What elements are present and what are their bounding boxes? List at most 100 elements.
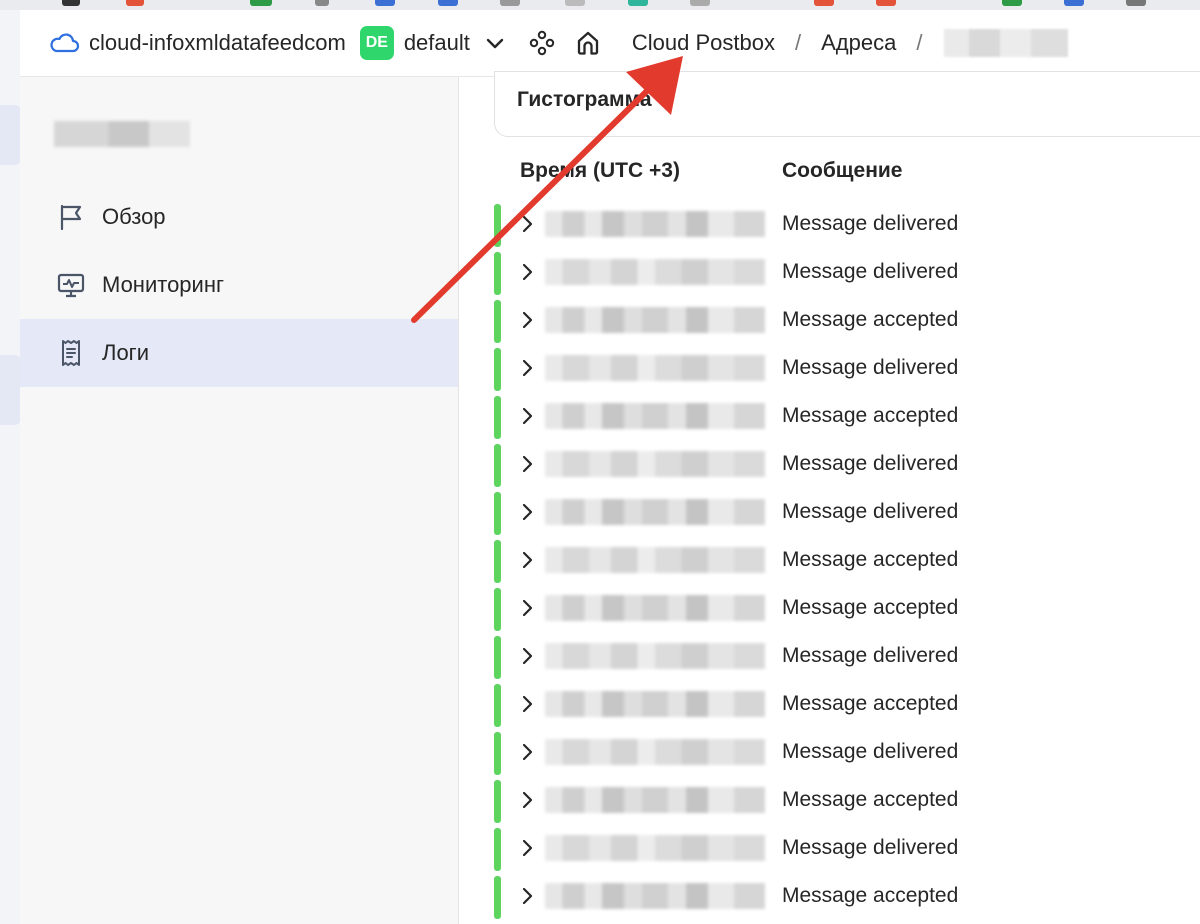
log-rows: Message delivered Message delivered Messag… [459,201,1200,921]
log-message: Message accepted [782,596,959,619]
sidebar-item-logs[interactable]: Логи [20,319,458,387]
services-icon[interactable] [528,29,556,57]
breadcrumb-addresses[interactable]: Адреса [821,30,896,56]
chevron-right-icon[interactable] [521,551,535,569]
timestamp-redacted [545,883,765,909]
timestamp-redacted [545,691,765,717]
log-row[interactable]: Message accepted [459,297,1200,345]
status-indicator [494,588,501,631]
tab-favicon[interactable] [315,0,329,6]
chevron-right-icon[interactable] [521,647,535,665]
status-indicator [494,684,501,727]
status-indicator [494,828,501,871]
chevron-right-icon[interactable] [521,599,535,617]
tab-favicon[interactable] [1064,0,1084,6]
log-row[interactable]: Message delivered [459,633,1200,681]
log-row[interactable]: Message delivered [459,825,1200,873]
tab-favicon[interactable] [565,0,585,6]
tab-favicon[interactable] [690,0,710,6]
chevron-right-icon[interactable] [521,359,535,377]
log-message: Message delivered [782,212,959,235]
log-message: Message accepted [782,884,959,907]
chevron-right-icon[interactable] [521,839,535,857]
sidebar-item-label: Логи [102,340,149,365]
chevron-right-icon[interactable] [521,887,535,905]
rail-item[interactable] [0,355,22,425]
flag-icon [60,204,82,231]
tab-favicon[interactable] [250,0,272,6]
status-indicator [494,252,501,295]
cloud-icon [50,33,80,53]
timestamp-redacted [545,547,765,573]
log-row[interactable]: Message accepted [459,393,1200,441]
chevron-right-icon[interactable] [521,215,535,233]
chevron-right-icon[interactable] [521,311,535,329]
timestamp-redacted [545,211,765,237]
timestamp-redacted [545,739,765,765]
chevron-right-icon[interactable] [521,503,535,521]
log-message: Message delivered [782,452,959,475]
chevron-right-icon[interactable] [521,455,535,473]
tab-favicon[interactable] [126,0,144,6]
log-row[interactable]: Message accepted [459,585,1200,633]
timestamp-redacted [545,451,765,477]
tab-favicon[interactable] [1002,0,1022,6]
status-indicator [494,444,501,487]
histogram-section[interactable]: Гистограмма [494,71,1200,137]
breadcrumb-address-redacted [944,29,1069,57]
log-row[interactable]: Message accepted [459,873,1200,921]
tab-favicon[interactable] [500,0,520,6]
log-row[interactable]: Message delivered [459,441,1200,489]
sidebar-item-monitoring[interactable]: Мониторинг [20,251,458,319]
log-message: Message delivered [782,500,959,523]
sidebar-item-label: Обзор [102,204,166,229]
log-row[interactable]: Message delivered [459,345,1200,393]
log-row[interactable]: Message delivered [459,201,1200,249]
chevron-right-icon[interactable] [521,263,535,281]
tab-favicon[interactable] [814,0,834,6]
status-indicator [494,492,501,535]
tab-favicon[interactable] [1126,0,1146,6]
folder-name[interactable]: default [404,30,470,56]
chevron-right-icon[interactable] [521,407,535,425]
log-row[interactable]: Message accepted [459,537,1200,585]
log-message: Message delivered [782,644,959,667]
chevron-right-icon[interactable] [521,743,535,761]
column-header-time: Время (UTC +3) [520,159,680,182]
log-row[interactable]: Message delivered [459,489,1200,537]
log-message: Message accepted [782,548,959,571]
chevron-right-icon[interactable] [521,791,535,809]
breadcrumb-separator: / [794,30,802,55]
chevron-right-icon[interactable] [521,695,535,713]
timestamp-redacted [545,643,765,669]
app-rail [0,10,22,924]
tab-favicon[interactable] [62,0,80,6]
folder-badge: DE [359,26,394,60]
tab-favicon[interactable] [876,0,896,6]
chevron-down-icon[interactable] [484,32,506,54]
rail-item[interactable] [0,105,22,165]
log-row[interactable]: Message accepted [459,681,1200,729]
top-header: cloud-infoxmldatafeedcom DE default Clou… [20,10,1200,77]
timestamp-redacted [545,835,765,861]
timestamp-redacted [545,259,765,285]
tab-favicon[interactable] [438,0,458,6]
log-row[interactable]: Message accepted [459,777,1200,825]
browser-tab-strip [0,0,1200,10]
status-indicator [494,300,501,343]
log-row[interactable]: Message delivered [459,729,1200,777]
home-icon[interactable] [574,29,602,57]
log-message: Message delivered [782,260,959,283]
cloud-name[interactable]: cloud-infoxmldatafeedcom [89,30,346,56]
status-indicator [494,780,501,823]
log-row[interactable]: Message delivered [459,249,1200,297]
log-message: Message delivered [782,836,959,859]
histogram-title: Гистограмма [517,88,652,111]
log-message: Message accepted [782,692,959,715]
tab-favicon[interactable] [375,0,395,6]
breadcrumb-cloud-postbox[interactable]: Cloud Postbox [632,30,775,56]
sidebar-item-overview[interactable]: Обзор [20,183,458,251]
timestamp-redacted [545,355,765,381]
tab-favicon[interactable] [628,0,648,6]
status-indicator [494,396,501,439]
